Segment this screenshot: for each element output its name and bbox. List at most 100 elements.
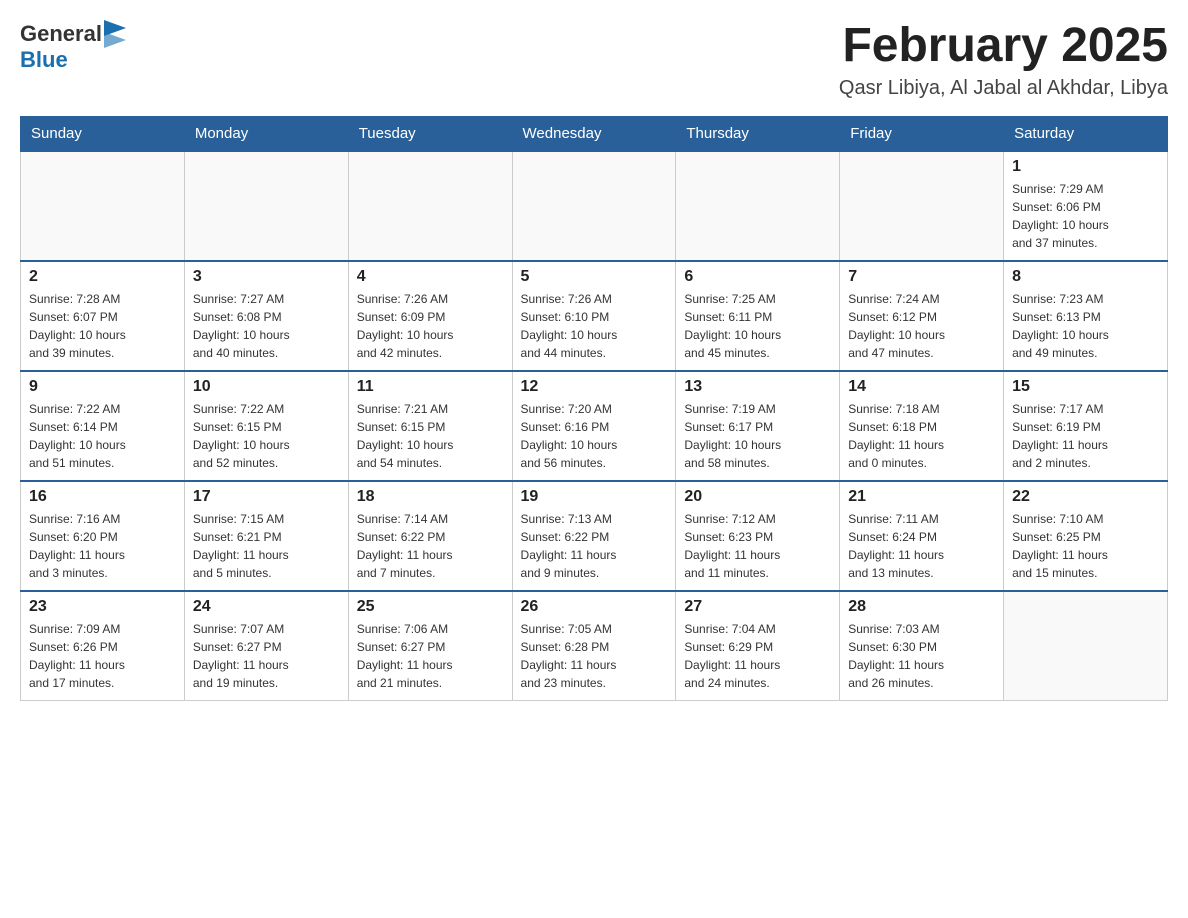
calendar-header-friday: Friday	[840, 116, 1004, 151]
logo: General Blue	[20, 20, 130, 72]
calendar-cell: 15Sunrise: 7:17 AM Sunset: 6:19 PM Dayli…	[1004, 371, 1168, 481]
day-info: Sunrise: 7:26 AM Sunset: 6:10 PM Dayligh…	[521, 290, 668, 362]
day-number: 9	[29, 378, 176, 396]
page-header: General Blue February 2025 Qasr Libiya, …	[20, 20, 1168, 100]
calendar-cell: 16 Sunrise: 7:16 AM Sunset: 6:20 PM Dayli…	[21, 481, 185, 591]
day-number: 7	[848, 268, 995, 286]
day-info: Sunrise: 7:09 AM Sunset: 6:26 PM Dayligh…	[29, 620, 176, 692]
day-info: Sunrise: 7:12 AM Sunset: 6:23 PM Dayligh…	[684, 510, 831, 582]
day-number: 3	[193, 268, 340, 286]
calendar-cell: 10Sunrise: 7:22 AM Sunset: 6:15 PM Dayli…	[184, 371, 348, 481]
day-info: Sunrise: 7:24 AM Sunset: 6:12 PM Dayligh…	[848, 290, 995, 362]
day-info: Sunrise: 7:28 AM Sunset: 6:07 PM Dayligh…	[29, 290, 176, 362]
day-number: 24	[193, 598, 340, 616]
day-info: Sunrise: 7:22 AM Sunset: 6:14 PM Dayligh…	[29, 400, 176, 472]
calendar-cell: 27 Sunrise: 7:04 AM Sunset: 6:29 PM Dayli…	[676, 591, 840, 701]
day-info: Sunrise: 7:26 AM Sunset: 6:09 PM Dayligh…	[357, 290, 504, 362]
calendar-cell	[1004, 591, 1168, 701]
calendar-week-row-3: 9 Sunrise: 7:22 AM Sunset: 6:14 PM Daylig…	[21, 371, 1168, 481]
calendar-cell	[512, 151, 676, 261]
day-info: Sunrise: 7:21 AM Sunset: 6:15 PM Dayligh…	[357, 400, 504, 472]
day-number: 21	[848, 488, 995, 506]
calendar-cell: 8 Sunrise: 7:23 AM Sunset: 6:13 PM Daylig…	[1004, 261, 1168, 371]
calendar-cell: 25 Sunrise: 7:06 AM Sunset: 6:27 PM Dayli…	[348, 591, 512, 701]
calendar-cell: 23Sunrise: 7:09 AM Sunset: 6:26 PM Dayli…	[21, 591, 185, 701]
day-number: 14	[848, 378, 995, 396]
calendar-cell: 14 Sunrise: 7:18 AM Sunset: 6:18 PM Dayli…	[840, 371, 1004, 481]
day-info: Sunrise: 7:15 AM Sunset: 6:21 PM Dayligh…	[193, 510, 340, 582]
calendar-cell: 9 Sunrise: 7:22 AM Sunset: 6:14 PM Daylig…	[21, 371, 185, 481]
calendar-cell: 22Sunrise: 7:10 AM Sunset: 6:25 PM Dayli…	[1004, 481, 1168, 591]
day-number: 2	[29, 268, 176, 286]
logo-general-text: General	[20, 22, 102, 46]
day-info: Sunrise: 7:29 AM Sunset: 6:06 PM Dayligh…	[1012, 180, 1159, 252]
calendar-table: SundayMondayTuesdayWednesdayThursdayFrid…	[20, 116, 1168, 702]
day-info: Sunrise: 7:11 AM Sunset: 6:24 PM Dayligh…	[848, 510, 995, 582]
day-number: 4	[357, 268, 504, 286]
day-info: Sunrise: 7:10 AM Sunset: 6:25 PM Dayligh…	[1012, 510, 1159, 582]
calendar-cell: 1 Sunrise: 7:29 AM Sunset: 6:06 PM Daylig…	[1004, 151, 1168, 261]
day-number: 1	[1012, 158, 1159, 176]
calendar-cell: 21 Sunrise: 7:11 AM Sunset: 6:24 PM Dayli…	[840, 481, 1004, 591]
calendar-header-saturday: Saturday	[1004, 116, 1168, 151]
day-info: Sunrise: 7:13 AM Sunset: 6:22 PM Dayligh…	[521, 510, 668, 582]
logo-blue-text: Blue	[20, 48, 68, 72]
day-number: 25	[357, 598, 504, 616]
day-number: 16	[29, 488, 176, 506]
day-number: 18	[357, 488, 504, 506]
calendar-cell: 6 Sunrise: 7:25 AM Sunset: 6:11 PM Daylig…	[676, 261, 840, 371]
day-number: 13	[684, 378, 831, 396]
calendar-header-wednesday: Wednesday	[512, 116, 676, 151]
day-info: Sunrise: 7:23 AM Sunset: 6:13 PM Dayligh…	[1012, 290, 1159, 362]
calendar-header-tuesday: Tuesday	[348, 116, 512, 151]
day-info: Sunrise: 7:14 AM Sunset: 6:22 PM Dayligh…	[357, 510, 504, 582]
calendar-week-row-2: 2 Sunrise: 7:28 AM Sunset: 6:07 PM Daylig…	[21, 261, 1168, 371]
day-number: 6	[684, 268, 831, 286]
calendar-cell: 26 Sunrise: 7:05 AM Sunset: 6:28 PM Dayli…	[512, 591, 676, 701]
calendar-cell	[676, 151, 840, 261]
day-number: 27	[684, 598, 831, 616]
logo-flag-icon	[104, 20, 130, 48]
calendar-header-monday: Monday	[184, 116, 348, 151]
calendar-cell: 12Sunrise: 7:20 AM Sunset: 6:16 PM Dayli…	[512, 371, 676, 481]
day-number: 5	[521, 268, 668, 286]
day-info: Sunrise: 7:20 AM Sunset: 6:16 PM Dayligh…	[521, 400, 668, 472]
calendar-week-row-1: 1 Sunrise: 7:29 AM Sunset: 6:06 PM Daylig…	[21, 151, 1168, 261]
calendar-cell: 17 Sunrise: 7:15 AM Sunset: 6:21 PM Dayli…	[184, 481, 348, 591]
calendar-header-thursday: Thursday	[676, 116, 840, 151]
day-info: Sunrise: 7:03 AM Sunset: 6:30 PM Dayligh…	[848, 620, 995, 692]
day-info: Sunrise: 7:18 AM Sunset: 6:18 PM Dayligh…	[848, 400, 995, 472]
day-info: Sunrise: 7:06 AM Sunset: 6:27 PM Dayligh…	[357, 620, 504, 692]
calendar-cell: 11Sunrise: 7:21 AM Sunset: 6:15 PM Dayli…	[348, 371, 512, 481]
day-info: Sunrise: 7:16 AM Sunset: 6:20 PM Dayligh…	[29, 510, 176, 582]
day-info: Sunrise: 7:27 AM Sunset: 6:08 PM Dayligh…	[193, 290, 340, 362]
calendar-cell: 5 Sunrise: 7:26 AM Sunset: 6:10 PM Daylig…	[512, 261, 676, 371]
calendar-header-row: SundayMondayTuesdayWednesdayThursdayFrid…	[21, 116, 1168, 151]
calendar-cell: 13 Sunrise: 7:19 AM Sunset: 6:17 PM Dayli…	[676, 371, 840, 481]
day-info: Sunrise: 7:07 AM Sunset: 6:27 PM Dayligh…	[193, 620, 340, 692]
day-number: 20	[684, 488, 831, 506]
calendar-cell	[21, 151, 185, 261]
calendar-week-row-5: 23Sunrise: 7:09 AM Sunset: 6:26 PM Dayli…	[21, 591, 1168, 701]
calendar-cell	[840, 151, 1004, 261]
day-number: 10	[193, 378, 340, 396]
month-title: February 2025	[839, 20, 1168, 73]
day-number: 15	[1012, 378, 1159, 396]
calendar-cell: 3 Sunrise: 7:27 AM Sunset: 6:08 PM Daylig…	[184, 261, 348, 371]
day-info: Sunrise: 7:19 AM Sunset: 6:17 PM Dayligh…	[684, 400, 831, 472]
calendar-cell	[184, 151, 348, 261]
day-number: 8	[1012, 268, 1159, 286]
calendar-cell: 20 Sunrise: 7:12 AM Sunset: 6:23 PM Dayli…	[676, 481, 840, 591]
calendar-cell	[348, 151, 512, 261]
day-number: 17	[193, 488, 340, 506]
day-info: Sunrise: 7:25 AM Sunset: 6:11 PM Dayligh…	[684, 290, 831, 362]
day-number: 26	[521, 598, 668, 616]
location-subtitle: Qasr Libiya, Al Jabal al Akhdar, Libya	[839, 77, 1168, 100]
title-block: February 2025 Qasr Libiya, Al Jabal al A…	[839, 20, 1168, 100]
day-number: 28	[848, 598, 995, 616]
day-info: Sunrise: 7:04 AM Sunset: 6:29 PM Dayligh…	[684, 620, 831, 692]
calendar-cell: 18 Sunrise: 7:14 AM Sunset: 6:22 PM Dayli…	[348, 481, 512, 591]
day-info: Sunrise: 7:05 AM Sunset: 6:28 PM Dayligh…	[521, 620, 668, 692]
calendar-cell: 28 Sunrise: 7:03 AM Sunset: 6:30 PM Dayli…	[840, 591, 1004, 701]
calendar-cell: 2 Sunrise: 7:28 AM Sunset: 6:07 PM Daylig…	[21, 261, 185, 371]
